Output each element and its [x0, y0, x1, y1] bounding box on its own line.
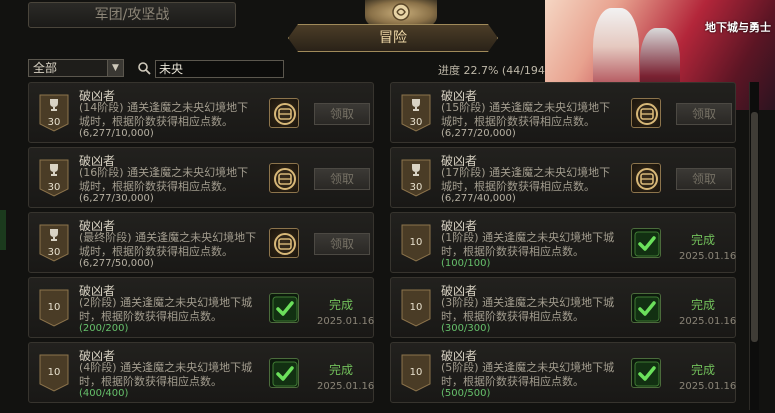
achievement-progress: (400/400): [79, 388, 129, 399]
achievement-description: (17阶段) 通关逢魔之未央幻境地下城时，根据阶数获得相应点数。: [441, 166, 611, 193]
achievement-level-badge: 10: [39, 354, 69, 392]
completed-label: 完成: [329, 298, 354, 312]
trophy-icon: [410, 98, 422, 112]
achievement-level-badge: 30: [39, 224, 69, 262]
achievement-level-badge: 30: [39, 159, 69, 197]
progress-text: 进度 22.7% (44/194): [438, 64, 550, 77]
reward-chest-icon[interactable]: [269, 163, 299, 193]
achievement-description: (16阶段) 通关逢魔之未央幻境地下城时，根据阶数获得相应点数。: [79, 166, 249, 193]
achievement-card: 10 破凶者 (2阶段) 通关逢魔之未央幻境地下城时，根据阶数获得相应点数。 (…: [28, 277, 374, 338]
achievement-card: 10 破凶者 (1阶段) 通关逢魔之未央幻境地下城时，根据阶数获得相应点数。 (…: [390, 212, 736, 273]
reward-chest-icon[interactable]: [631, 98, 661, 128]
completion-date: 2025.01.16: [679, 251, 737, 262]
achievement-card: 30 破凶者 (14阶段) 通关逢魔之未央幻境地下城时，根据阶数获得相应点数。 …: [28, 82, 374, 143]
achievement-progress: (300/300): [441, 323, 491, 334]
achievement-progress: (500/500): [441, 388, 491, 399]
trophy-icon: [410, 163, 422, 177]
achievement-progress: (6,277/40,000): [441, 193, 516, 204]
achievement-level-badge: 30: [401, 94, 431, 132]
reward-chest-icon[interactable]: [269, 228, 299, 258]
achievement-description: (1阶段) 通关逢魔之未央幻境地下城时，根据阶数获得相应点数。: [441, 231, 615, 258]
achievement-card: 30 破凶者 (15阶段) 通关逢魔之未央幻境地下城时，根据阶数获得相应点数。 …: [390, 82, 736, 143]
reward-chest-icon[interactable]: [269, 98, 299, 128]
completed-label: 完成: [691, 233, 716, 247]
category-filter-dropdown[interactable]: 全部 ▼: [28, 59, 124, 77]
completed-label: 完成: [691, 298, 716, 312]
achievement-level-badge: 10: [401, 289, 431, 327]
achievement-card: 30 破凶者 (16阶段) 通关逢魔之未央幻境地下城时，根据阶数获得相应点数。 …: [28, 147, 374, 208]
side-edge-decoration: [0, 210, 6, 250]
completion-date: 2025.01.16: [679, 381, 737, 392]
achievement-card: 10 破凶者 (3阶段) 通关逢魔之未央幻境地下城时，根据阶数获得相应点数。 (…: [390, 277, 736, 338]
completed-check-icon: [269, 358, 299, 388]
claim-button[interactable]: 领取: [314, 103, 370, 125]
achievement-card: 10 破凶者 (4阶段) 通关逢魔之未央幻境地下城时，根据阶数获得相应点数。 (…: [28, 342, 374, 403]
tab-legion-siege[interactable]: 军团/攻坚战: [28, 2, 236, 28]
completed-check-icon: [269, 293, 299, 323]
achievement-level-badge: 30: [401, 159, 431, 197]
achievement-description: (15阶段) 通关逢魔之未央幻境地下城时，根据阶数获得相应点数。: [441, 101, 611, 128]
claim-button[interactable]: 领取: [676, 168, 732, 190]
achievement-progress: (200/200): [79, 323, 129, 334]
achievement-level-badge: 10: [401, 224, 431, 262]
achievement-card: 30 破凶者 (最终阶段) 通关逢魔之未央幻境地下城时，根据阶数获得相应点数。 …: [28, 212, 374, 273]
achievement-progress: (6,277/20,000): [441, 128, 516, 139]
achievement-level: 10: [409, 367, 423, 378]
search-input[interactable]: 未央: [155, 60, 284, 78]
filter-selected-value: 全部: [33, 61, 58, 75]
achievement-level: 10: [409, 237, 423, 248]
achievement-level-badge: 30: [39, 94, 69, 132]
achievement-description: (2阶段) 通关逢魔之未央幻境地下城时，根据阶数获得相应点数。: [79, 296, 253, 323]
claim-button[interactable]: 领取: [314, 233, 370, 255]
achievement-progress: (6,277/30,000): [79, 193, 154, 204]
completion-date: 2025.01.16: [317, 316, 375, 327]
achievement-list: 30 破凶者 (14阶段) 通关逢魔之未央幻境地下城时，根据阶数获得相应点数。 …: [28, 82, 746, 410]
completed-label: 完成: [329, 363, 354, 377]
achievement-level: 10: [409, 302, 423, 313]
reward-chest-icon[interactable]: [631, 163, 661, 193]
achievement-card: 30 破凶者 (17阶段) 通关逢魔之未央幻境地下城时，根据阶数获得相应点数。 …: [390, 147, 736, 208]
search-icon: [137, 60, 151, 75]
chevron-down-icon[interactable]: ▼: [107, 60, 123, 76]
completed-check-icon: [631, 228, 661, 258]
game-logo: 地下城与勇士: [705, 21, 771, 34]
achievement-level: 30: [47, 182, 61, 193]
list-scrollbar[interactable]: [749, 82, 759, 410]
scroll-emblem-icon: [365, 0, 437, 26]
achievement-description: (最终阶段) 通关逢魔之未央幻境地下城时，根据阶数获得相应点数。: [79, 231, 257, 258]
achievement-description: (4阶段) 通关逢魔之未央幻境地下城时，根据阶数获得相应点数。: [79, 361, 253, 388]
completed-label: 完成: [691, 363, 716, 377]
achievement-description: (5阶段) 通关逢魔之未央幻境地下城时，根据阶数获得相应点数。: [441, 361, 615, 388]
achievement-level: 30: [409, 117, 423, 128]
achievement-level: 10: [47, 302, 61, 313]
achievement-level: 30: [47, 117, 61, 128]
section-title-banner: 冒险: [288, 24, 498, 52]
trophy-icon: [48, 98, 60, 112]
achievement-progress: (6,277/10,000): [79, 128, 154, 139]
scrollbar-thumb[interactable]: [751, 112, 758, 342]
achievement-progress: (6,277/50,000): [79, 258, 154, 269]
completed-check-icon: [631, 358, 661, 388]
completion-date: 2025.01.16: [317, 381, 375, 392]
completed-check-icon: [631, 293, 661, 323]
claim-button[interactable]: 领取: [676, 103, 732, 125]
trophy-icon: [48, 228, 60, 242]
claim-button[interactable]: 领取: [314, 168, 370, 190]
achievement-progress: (100/100): [441, 258, 491, 269]
achievement-level-badge: 10: [39, 289, 69, 327]
trophy-icon: [48, 163, 60, 177]
achievement-level: 30: [47, 247, 61, 258]
achievement-level: 10: [47, 367, 61, 378]
achievement-level: 30: [409, 182, 423, 193]
completion-date: 2025.01.16: [679, 316, 737, 327]
achievement-description: (14阶段) 通关逢魔之未央幻境地下城时，根据阶数获得相应点数。: [79, 101, 249, 128]
achievement-description: (3阶段) 通关逢魔之未央幻境地下城时，根据阶数获得相应点数。: [441, 296, 615, 323]
achievement-card: 10 破凶者 (5阶段) 通关逢魔之未央幻境地下城时，根据阶数获得相应点数。 (…: [390, 342, 736, 403]
achievement-level-badge: 10: [401, 354, 431, 392]
